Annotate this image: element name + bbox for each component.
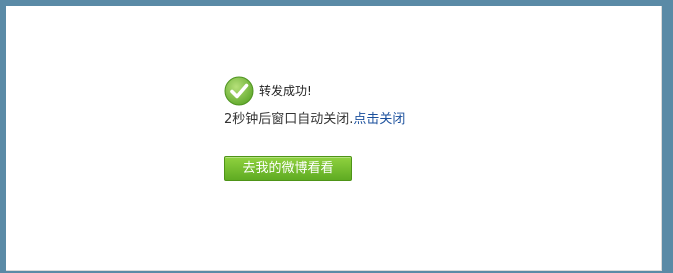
dialog-panel: 转发成功! 2秒钟后窗口自动关闭.点击关闭 去我的微博看看: [6, 6, 662, 271]
go-to-my-weibo-button[interactable]: 去我的微博看看: [224, 156, 352, 181]
countdown-line: 2秒钟后窗口自动关闭.点击关闭: [224, 111, 405, 129]
close-link[interactable]: 点击关闭: [353, 112, 405, 127]
countdown-text: 2秒钟后窗口自动关闭.: [224, 112, 354, 127]
checkmark-circle-icon: [224, 76, 254, 106]
success-message: 转发成功!: [259, 84, 312, 98]
success-row: 转发成功!: [224, 76, 312, 106]
